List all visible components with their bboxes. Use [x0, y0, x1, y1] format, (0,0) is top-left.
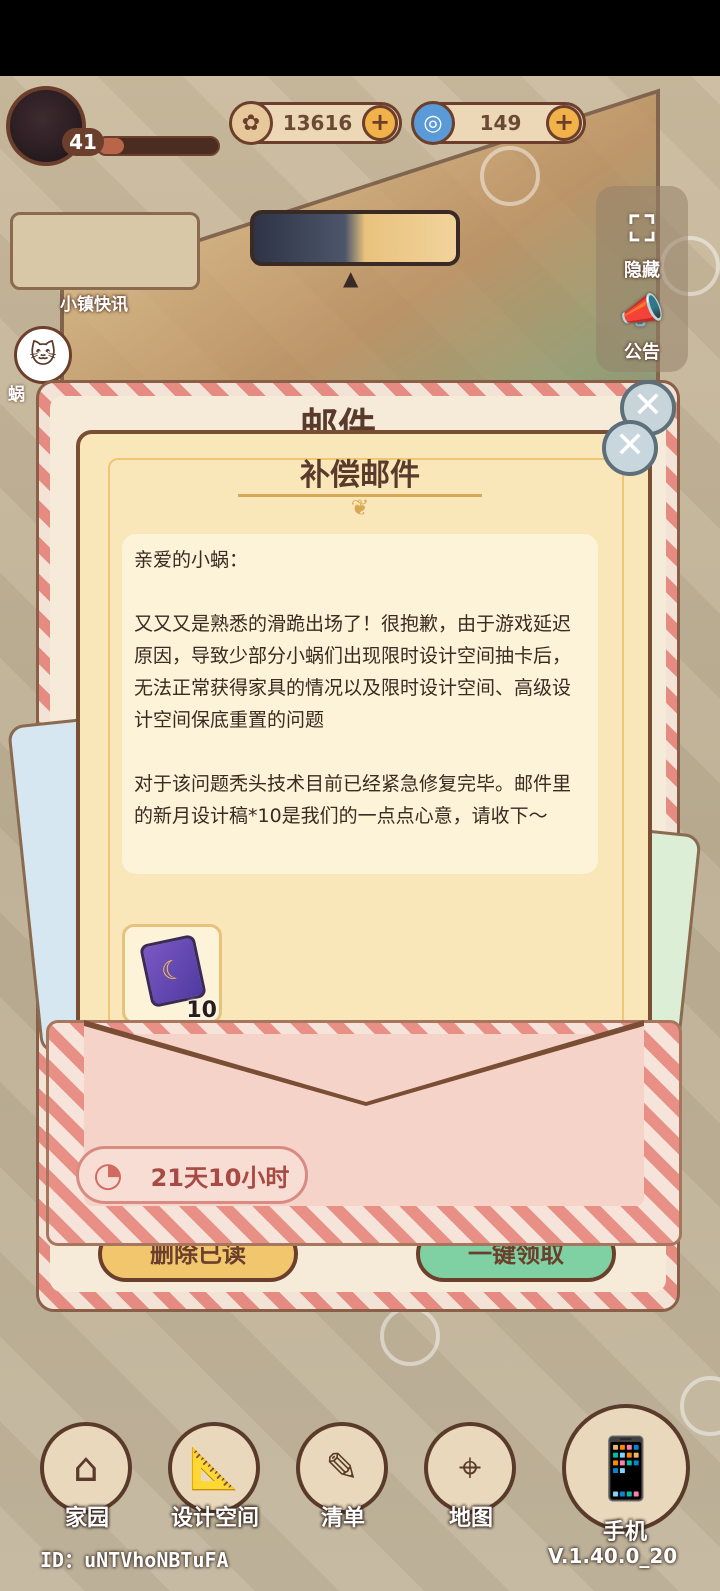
town-news-label: 小镇快讯 — [60, 295, 128, 315]
letter-body[interactable]: 亲爱的小蜗： 又又又是熟悉的滑跪出场了！很抱歉，由于游戏延迟原因，导致少部分小蜗… — [122, 534, 598, 874]
letter-paragraph-1: 又又又是熟悉的滑跪出场了！很抱歉，由于游戏延迟原因，导致少部分小蜗们出现限时设计… — [134, 613, 572, 731]
snail-side-button[interactable]: 🐱 — [14, 326, 72, 384]
add-coin-button[interactable]: + — [362, 105, 398, 141]
sun-decoration — [680, 1376, 720, 1436]
nav-home-label: 家园 — [64, 1506, 109, 1531]
sun-decoration — [380, 1306, 440, 1366]
expire-timer: ◔ 21天10小时 — [76, 1146, 308, 1204]
letter-paragraph-2: 对于该问题秃头技术目前已经紧急修复完毕。邮件里的新月设计稿*10是我们的一点点心… — [134, 773, 572, 827]
letter-title: 补偿邮件 — [300, 458, 420, 493]
design-scroll-icon: ☾ — [138, 933, 208, 1009]
house-icon: ⌂ — [73, 1445, 99, 1491]
ruler-icon: 📐 — [189, 1445, 239, 1492]
hide-ui-label: 隐藏 — [624, 260, 660, 281]
town-news-card[interactable] — [10, 212, 200, 290]
map-pin-icon: ⌖ — [458, 1445, 482, 1491]
reward-item[interactable]: ☾ 10 — [122, 924, 222, 1024]
megaphone-icon: 📣 — [619, 291, 665, 332]
nav-phone-button[interactable]: 📱 — [562, 1404, 690, 1532]
expire-time-text: 21天10小时 — [150, 1163, 290, 1192]
nav-phone-label: 手机 — [602, 1520, 647, 1545]
add-gem-button[interactable]: + — [546, 105, 582, 141]
gem-value: 149 — [479, 111, 522, 135]
triangle-up-icon: ▲ — [343, 266, 359, 290]
close-icon: ✕ — [614, 425, 646, 466]
notice-label: 公告 — [624, 342, 660, 363]
swirl-gem-icon: ◎ — [411, 101, 455, 145]
phone-icon: 📱 — [588, 1433, 664, 1504]
letter-close-button[interactable]: ✕ — [602, 420, 658, 476]
status-bar — [0, 0, 720, 76]
player-id: ID：uNTVhoNBTuFA — [40, 1548, 229, 1572]
hide-ui-button[interactable]: ⛶ 隐藏 — [610, 204, 674, 282]
ornament-icon: ❦ — [350, 496, 370, 521]
frame-corners-icon: ⛶ — [629, 209, 655, 250]
coin-value: 13616 — [282, 111, 353, 135]
xp-bar — [96, 136, 220, 156]
sun-decoration — [480, 146, 540, 206]
nav-design-label: 设计空间 — [170, 1506, 259, 1531]
checklist-icon: ✎ — [325, 1445, 359, 1491]
coin-icon: ✿ — [229, 101, 273, 145]
cat-icon: 🐱 — [29, 340, 57, 370]
level-badge: 41 — [62, 128, 104, 156]
snail-side-label: 蜗 — [8, 385, 25, 405]
close-icon: ✕ — [632, 385, 664, 426]
version-label: V.1.40.0_20 — [548, 1544, 678, 1568]
notice-button[interactable]: 📣 公告 — [610, 286, 674, 364]
day-night-indicator[interactable] — [250, 210, 460, 266]
gem-counter[interactable]: ◎ 149 + — [411, 101, 586, 145]
letter-greeting: 亲爱的小蜗： — [134, 549, 249, 571]
nav-list-label: 清单 — [320, 1506, 365, 1531]
nav-map-label: 地图 — [448, 1506, 493, 1531]
envelope-flap — [84, 1020, 644, 1110]
coin-counter[interactable]: ✿ 13616 + — [229, 101, 402, 145]
clock-icon: ◔ — [93, 1155, 123, 1195]
